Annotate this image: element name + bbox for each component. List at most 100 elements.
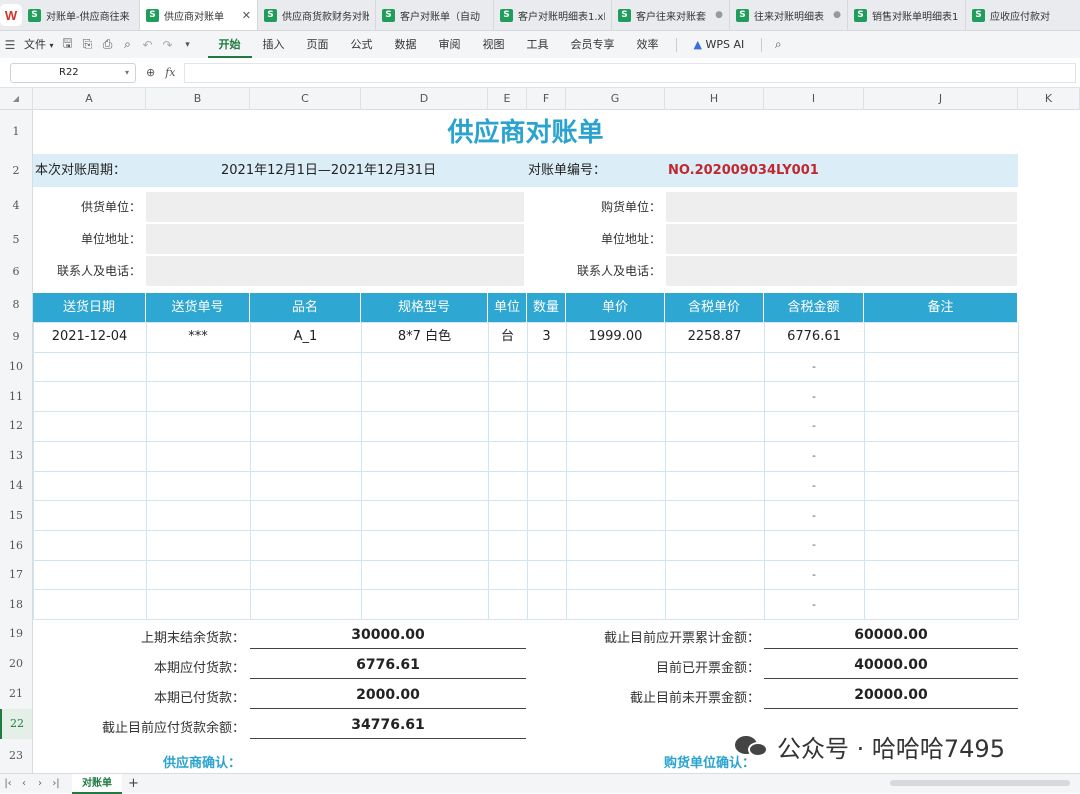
menu-item[interactable]: 插入 <box>252 31 296 58</box>
menu-item[interactable]: 审阅 <box>428 31 472 58</box>
sheet-title[interactable]: 供应商对账单 <box>33 110 1018 154</box>
column-header[interactable]: J <box>864 88 1018 110</box>
menu-item[interactable]: 视图 <box>472 31 516 58</box>
more-chevron-icon[interactable]: ▾ <box>178 40 198 50</box>
number-label[interactable]: 对账单编号： <box>528 154 606 187</box>
row-header[interactable]: 13 <box>0 441 33 471</box>
column-header[interactable]: F <box>527 88 566 110</box>
buyer-input[interactable] <box>666 192 1017 222</box>
menu-item[interactable]: 页面 <box>296 31 340 58</box>
horizontal-scrollbar[interactable] <box>890 780 1070 786</box>
column-header[interactable]: I <box>764 88 864 110</box>
menu-item[interactable]: 效率 <box>626 31 670 58</box>
last-sheet-icon[interactable]: ›| <box>48 778 64 789</box>
summary-value[interactable]: 40000.00 <box>764 651 1018 679</box>
row-header[interactable]: 19 <box>0 619 33 649</box>
select-all-corner[interactable]: ◢ <box>0 88 33 110</box>
column-header[interactable]: C <box>250 88 361 110</box>
table-header-cell[interactable]: 品名 <box>250 293 361 322</box>
column-header[interactable]: B <box>146 88 250 110</box>
table-header-cell[interactable]: 备注 <box>864 293 1018 322</box>
hamburger-icon[interactable]: ☰ <box>0 38 20 52</box>
table-header-cell[interactable]: 送货日期 <box>33 293 146 322</box>
summary-value[interactable]: 2000.00 <box>250 681 526 709</box>
amount-formula-cell[interactable]: - <box>764 530 864 560</box>
table-header-cell[interactable]: 单价 <box>566 293 665 322</box>
document-tab[interactable]: S 客户往来对账套 ● <box>612 0 730 30</box>
sheet-tab[interactable]: 对账单 <box>72 773 122 794</box>
row-header[interactable]: 5 <box>0 224 33 256</box>
name-box[interactable]: R22 ▾ <box>10 62 136 83</box>
amount-formula-cell[interactable]: - <box>764 471 864 501</box>
row-header[interactable]: 1 <box>0 110 33 154</box>
row-header[interactable]: 22 <box>0 709 33 739</box>
wps-ai-button[interactable]: ▲ WPS AI <box>683 31 756 58</box>
amount-formula-cell[interactable]: - <box>764 382 864 412</box>
first-sheet-icon[interactable]: |‹ <box>0 778 16 789</box>
document-tab[interactable]: S 供应商货款财务对账 <box>258 0 376 30</box>
column-header[interactable]: A <box>33 88 146 110</box>
column-header[interactable]: K <box>1018 88 1080 110</box>
supplier-address-input[interactable] <box>146 224 524 254</box>
table-header-cell[interactable]: 单位 <box>488 293 527 322</box>
row-header[interactable]: 10 <box>0 352 33 382</box>
supplier-contact-input[interactable] <box>146 256 524 286</box>
table-cell[interactable]: 2021-12-04 <box>33 322 146 352</box>
row-header[interactable]: 17 <box>0 560 33 590</box>
period-value[interactable]: 2021年12月1日—2021年12月31日 <box>221 154 436 187</box>
summary-value[interactable]: 6776.61 <box>250 651 526 679</box>
row-header[interactable]: 9 <box>0 322 33 352</box>
table-header-cell[interactable]: 含税单价 <box>665 293 764 322</box>
table-cell[interactable]: 1999.00 <box>566 322 665 352</box>
supplier-confirm-label[interactable]: 供应商确认： <box>163 752 241 771</box>
document-tab[interactable]: S 对账单-供应商往来 <box>22 0 140 30</box>
table-cell[interactable]: 3 <box>527 322 566 352</box>
column-header[interactable]: D <box>361 88 488 110</box>
undo-icon[interactable]: ↶ <box>138 38 158 52</box>
next-sheet-icon[interactable]: › <box>32 778 48 789</box>
add-sheet-icon[interactable]: + <box>128 776 139 791</box>
zoom-search-icon[interactable]: ⊕ <box>146 66 155 79</box>
row-header[interactable]: 21 <box>0 679 33 709</box>
menu-item[interactable]: 工具 <box>516 31 560 58</box>
row-header[interactable]: 23 <box>0 739 33 773</box>
row-header[interactable]: 6 <box>0 256 33 288</box>
table-cell[interactable]: 2258.87 <box>665 322 764 352</box>
print-icon[interactable]: ⎙ <box>98 37 118 52</box>
prev-sheet-icon[interactable]: ‹ <box>16 778 32 789</box>
amount-formula-cell[interactable]: - <box>764 501 864 531</box>
summary-value[interactable]: 60000.00 <box>764 621 1018 649</box>
row-header[interactable]: 12 <box>0 411 33 441</box>
table-cell[interactable]: *** <box>146 322 250 352</box>
row-header[interactable]: 16 <box>0 531 33 560</box>
menu-item[interactable]: 开始 <box>207 31 252 58</box>
table-header-cell[interactable]: 数量 <box>527 293 566 322</box>
redo-icon[interactable]: ↷ <box>158 38 178 52</box>
table-header-cell[interactable]: 规格型号 <box>361 293 488 322</box>
close-icon[interactable]: ✕ <box>242 9 251 22</box>
table-cell[interactable]: 8*7 白色 <box>361 322 488 352</box>
document-tab[interactable]: S 销售对账单明细表1 <box>848 0 966 30</box>
buyer-address-input[interactable] <box>666 224 1017 254</box>
row-header[interactable]: 18 <box>0 590 33 619</box>
table-header-cell[interactable]: 送货单号 <box>146 293 250 322</box>
row-header[interactable]: 8 <box>0 288 33 322</box>
amount-formula-cell[interactable]: - <box>764 411 864 441</box>
document-tab[interactable]: S 往来对账明细表 ● <box>730 0 848 30</box>
document-tab[interactable]: S 客户对账明细表1.xl <box>494 0 612 30</box>
table-cell[interactable]: 台 <box>488 322 527 352</box>
document-tab[interactable]: S 客户对账单（自动 <box>376 0 494 30</box>
export-icon[interactable]: ⎘ <box>78 37 98 52</box>
wps-logo-button[interactable]: W <box>0 0 22 30</box>
search-icon[interactable]: ⌕ <box>768 37 788 52</box>
row-header[interactable]: 20 <box>0 649 33 679</box>
document-tab[interactable]: S 应收应付款对 <box>966 0 1080 30</box>
document-tab[interactable]: S 供应商对账单 ✕ <box>140 0 258 30</box>
period-label[interactable]: 本次对账周期： <box>35 154 126 187</box>
table-cell[interactable] <box>864 322 1018 352</box>
row-header[interactable]: 15 <box>0 501 33 531</box>
row-header[interactable]: 11 <box>0 382 33 411</box>
menu-file[interactable]: 文件 ▾ <box>20 31 58 58</box>
number-value[interactable]: NO.202009034LY001 <box>668 154 819 187</box>
save-icon[interactable]: 🖫 <box>58 34 78 55</box>
